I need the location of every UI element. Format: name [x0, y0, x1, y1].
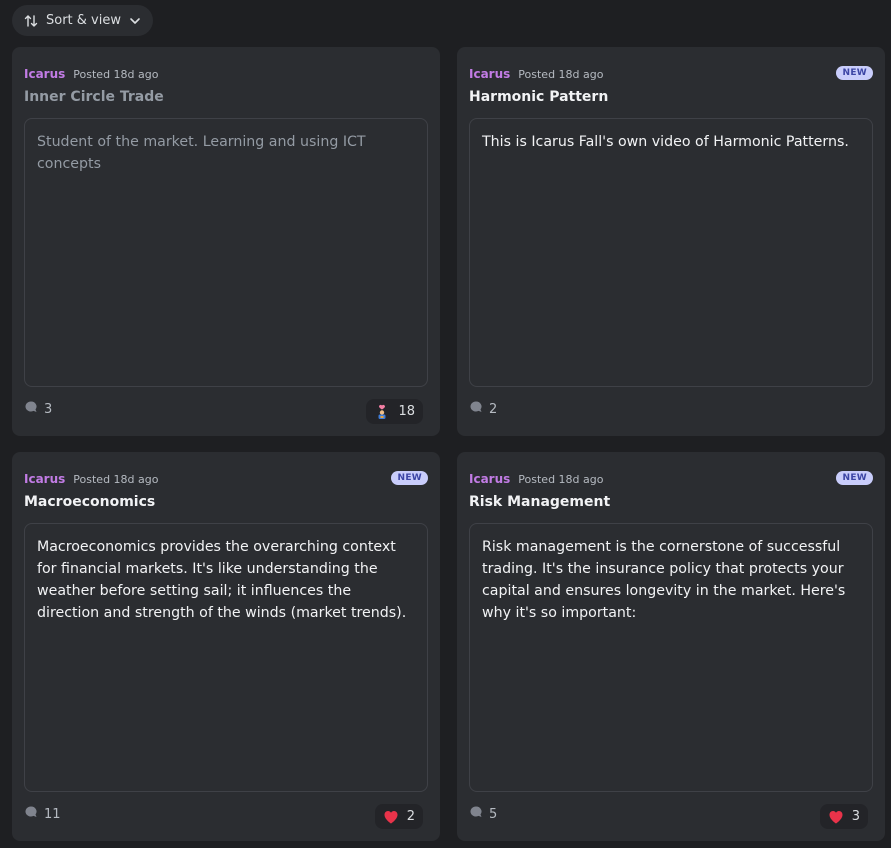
post-meta: Icarus Posted 18d ago [469, 67, 603, 81]
post-title: Macroeconomics [24, 494, 156, 510]
post-meta: Icarus Posted 18d ago [24, 67, 158, 81]
post-timestamp: Posted 18d ago [73, 473, 159, 486]
new-badge: NEW [836, 471, 873, 485]
post-body: This is Icarus Fall's own video of Harmo… [469, 118, 873, 387]
post-title: Inner Circle Trade [24, 89, 164, 105]
reaction-button[interactable]: 2 [374, 804, 423, 829]
comment-bubble-icon [24, 400, 38, 418]
post-timestamp: Posted 18d ago [518, 68, 604, 81]
comment-count: 5 [469, 805, 497, 823]
post-author[interactable]: Icarus [24, 472, 65, 486]
heart-icon [383, 809, 399, 825]
post-title: Harmonic Pattern [469, 89, 609, 105]
comment-count: 2 [469, 400, 497, 418]
post-body: Macroeconomics provides the overarching … [24, 523, 428, 792]
post-body: Student of the market. Learning and usin… [24, 118, 428, 387]
new-badge: NEW [836, 66, 873, 80]
post-title: Risk Management [469, 494, 611, 510]
reaction-button[interactable]: 18 [366, 399, 423, 424]
reaction-button[interactable]: 3 [819, 804, 868, 829]
post-author[interactable]: Icarus [469, 67, 510, 81]
post-card[interactable]: Icarus Posted 18d ago NEW Risk Managemen… [457, 452, 885, 841]
reaction-count: 18 [398, 404, 415, 419]
post-timestamp: Posted 18d ago [73, 68, 159, 81]
person-with-heart-icon [374, 404, 390, 420]
post-card[interactable]: Icarus Posted 18d ago Inner Circle Trade… [12, 47, 440, 436]
comment-count: 3 [24, 400, 52, 418]
comment-bubble-icon [469, 805, 483, 823]
comment-count-value: 2 [489, 401, 498, 417]
post-author[interactable]: Icarus [24, 67, 65, 81]
reaction-count: 2 [406, 809, 415, 824]
post-timestamp: Posted 18d ago [518, 473, 604, 486]
post-author[interactable]: Icarus [469, 472, 510, 486]
post-card[interactable]: Icarus Posted 18d ago NEW Macroeconomics… [12, 452, 440, 841]
new-badge: NEW [391, 471, 428, 485]
reaction-count: 3 [851, 809, 860, 824]
comment-bubble-icon [24, 805, 38, 823]
chevron-down-icon [129, 15, 141, 27]
comment-count-value: 5 [489, 806, 498, 822]
comment-count: 11 [24, 805, 61, 823]
comment-count-value: 3 [44, 401, 53, 417]
post-card[interactable]: Icarus Posted 18d ago NEW Harmonic Patte… [457, 47, 885, 436]
sort-and-view-label: Sort & view [46, 13, 121, 28]
heart-icon [828, 809, 844, 825]
sort-arrows-icon [24, 14, 38, 28]
comment-bubble-icon [469, 400, 483, 418]
sort-and-view-button[interactable]: Sort & view [12, 5, 153, 36]
comment-count-value: 11 [44, 806, 61, 822]
post-meta: Icarus Posted 18d ago [24, 472, 158, 486]
post-body: Risk management is the cornerstone of su… [469, 523, 873, 792]
post-meta: Icarus Posted 18d ago [469, 472, 603, 486]
